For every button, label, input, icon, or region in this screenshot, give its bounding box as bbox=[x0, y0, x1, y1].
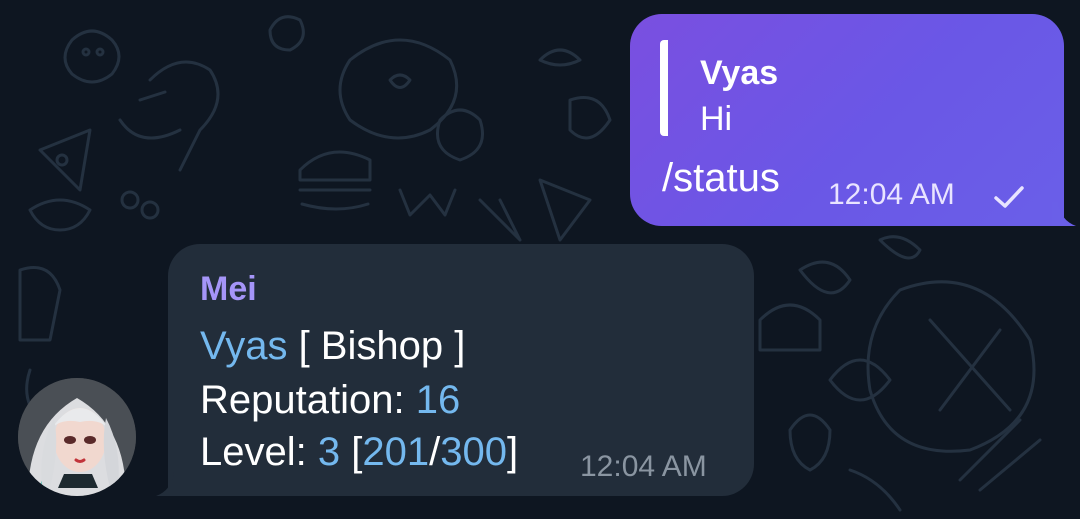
outgoing-message-text: /status bbox=[662, 156, 780, 200]
bracket-open: [ bbox=[287, 324, 321, 368]
xp-current: 201 bbox=[362, 430, 430, 474]
rank-text: Bishop bbox=[320, 324, 444, 368]
incoming-message-bubble[interactable]: Mei Vyas [ Bishop ] Reputation: 16 Level… bbox=[156, 244, 754, 496]
reply-quote-text: Hi bbox=[700, 100, 733, 138]
bracket-close: ] bbox=[443, 324, 466, 368]
single-check-icon bbox=[994, 186, 1024, 208]
level-value: 3 bbox=[317, 430, 341, 474]
status-line-level: Level: 3 [201/300] bbox=[200, 430, 518, 475]
xp-separator: / bbox=[429, 430, 441, 474]
reputation-value: 16 bbox=[415, 378, 461, 422]
incoming-bubble-tail bbox=[156, 472, 180, 496]
message-sender-name[interactable]: Mei bbox=[200, 270, 257, 309]
xp-max: 300 bbox=[440, 430, 507, 474]
level-label: Level: bbox=[200, 430, 318, 474]
user-name-link[interactable]: Vyas bbox=[200, 324, 287, 368]
outgoing-bubble-tail bbox=[1052, 202, 1076, 226]
outgoing-message-time: 12:04 AM bbox=[828, 178, 955, 211]
xp-bracket-close: ] bbox=[506, 430, 519, 474]
outgoing-message-bubble[interactable]: Vyas Hi /status 12:04 AM bbox=[630, 14, 1076, 226]
reputation-label: Reputation: bbox=[200, 378, 416, 422]
incoming-message-time: 12:04 AM bbox=[580, 450, 707, 483]
reply-quote[interactable]: Vyas Hi bbox=[660, 40, 968, 138]
avatar[interactable] bbox=[18, 378, 136, 496]
status-line-name: Vyas [ Bishop ] bbox=[200, 324, 465, 369]
status-line-reputation: Reputation: 16 bbox=[200, 378, 460, 423]
reply-quote-author: Vyas bbox=[700, 54, 779, 92]
anime-girl-avatar-image bbox=[18, 378, 136, 496]
xp-bracket-open: [ bbox=[340, 430, 363, 474]
